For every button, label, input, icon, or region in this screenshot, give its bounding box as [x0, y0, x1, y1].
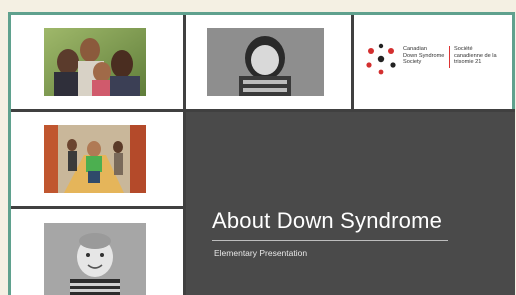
logo-french-name: Société canadienne de la trisomie 21 — [454, 46, 514, 66]
slide-subtitle: Elementary Presentation — [214, 248, 308, 258]
logo-french-line2: canadienne de la — [454, 52, 497, 59]
woman-portrait — [207, 28, 324, 96]
slide-frame: Canadian Down Syndrome Society Société c… — [8, 12, 515, 295]
toddler-portrait — [44, 223, 146, 295]
toddler-image — [44, 223, 146, 295]
logo-separator — [449, 46, 450, 68]
logo-english-line1: Canadian — [403, 46, 427, 52]
title-panel: About Down Syndrome Elementary Presentat… — [186, 112, 515, 295]
logo-english-line3: Society — [403, 59, 422, 66]
title-underline — [212, 240, 448, 241]
logo-french-line1: Société — [454, 46, 473, 52]
logo-english-line2: Down Syndrome — [403, 52, 445, 59]
portrait-image — [207, 28, 324, 96]
horizontal-divider-1 — [11, 109, 183, 112]
family-photo — [44, 28, 146, 96]
horizontal-divider-2 — [11, 206, 183, 209]
cdss-logo-icon — [366, 43, 396, 75]
family-image — [44, 28, 146, 96]
playground-photo — [44, 125, 146, 193]
playground-image — [44, 125, 146, 193]
vertical-divider-top-right — [351, 15, 354, 112]
slide-title: About Down Syndrome — [212, 208, 443, 233]
cdss-logo: Canadian Down Syndrome Society Société c… — [361, 41, 511, 81]
logo-english-name: Canadian Down Syndrome Society — [403, 46, 447, 66]
logo-french-line3: trisomie 21 — [454, 59, 482, 66]
